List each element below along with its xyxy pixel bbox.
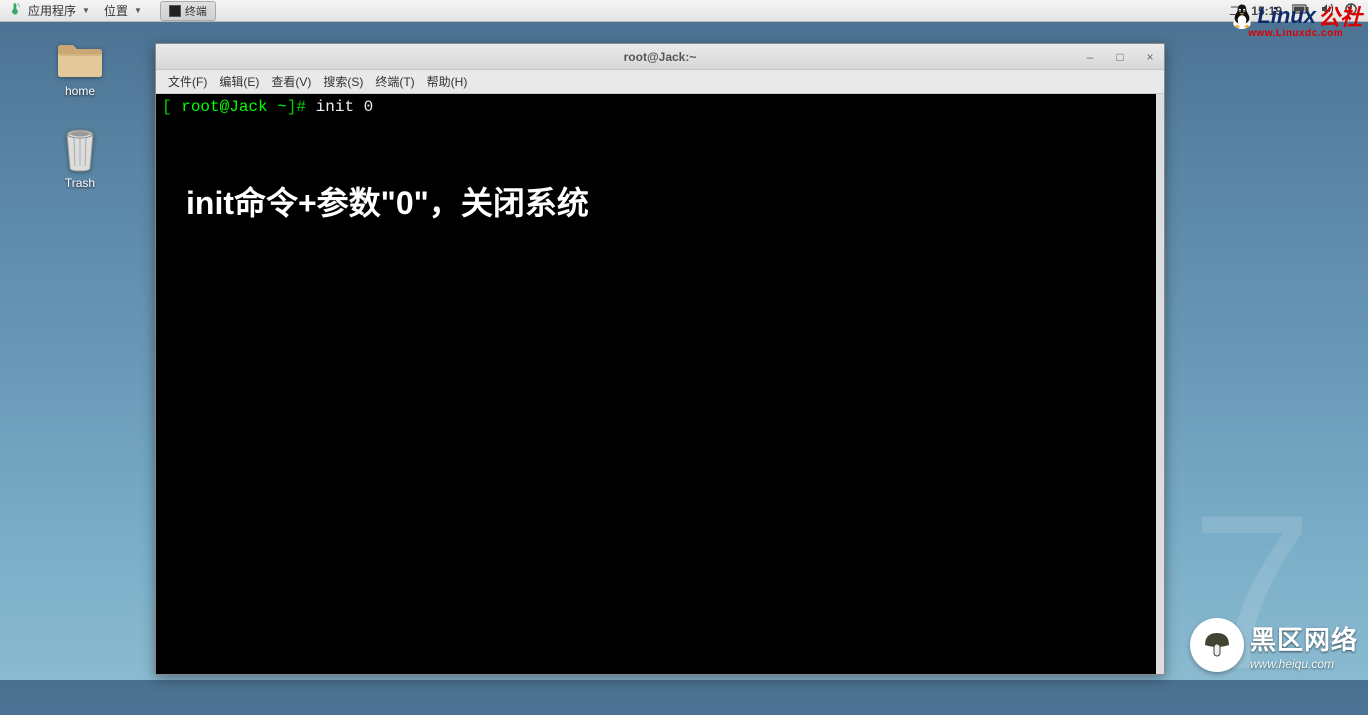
terminal-window: root@Jack:~ – □ × 文件(F) 编辑(E) 查看(V) 搜索(S…	[155, 43, 1165, 675]
linux-logo-watermark: Linux公社 www.Linuxdc.com	[1229, 0, 1362, 39]
terminal-icon	[169, 5, 181, 17]
heiqu-logo-watermark: 黑区网络 www.heiqu.com	[1190, 618, 1358, 672]
desktop-icons: home Trash	[40, 40, 120, 190]
taskbar-terminal[interactable]: 终端	[160, 1, 216, 21]
terminal-body[interactable]: [ root@Jack ~]# init 0 init命令+参数"0"，关闭系统	[156, 94, 1164, 674]
mushroom-icon	[1190, 618, 1244, 672]
top-panel: 应用程序 ▼ 位置 ▼ 终端 二 15:19	[0, 0, 1368, 22]
chevron-down-icon: ▼	[134, 6, 142, 15]
menu-view[interactable]: 查看(V)	[267, 71, 315, 92]
tux-icon	[1229, 3, 1255, 29]
home-folder[interactable]: home	[40, 40, 120, 98]
annotation-text: init命令+参数"0"，关闭系统	[186, 184, 589, 222]
close-button[interactable]: ×	[1142, 50, 1158, 64]
menu-edit[interactable]: 编辑(E)	[215, 71, 263, 92]
prompt-line: [ root@Jack ~]# init 0	[162, 98, 1158, 117]
titlebar[interactable]: root@Jack:~ – □ ×	[156, 44, 1164, 70]
menu-search[interactable]: 搜索(S)	[319, 71, 367, 92]
chevron-down-icon: ▼	[82, 6, 90, 15]
home-label: home	[65, 84, 95, 98]
menu-help[interactable]: 帮助(H)	[423, 71, 472, 92]
foot-icon	[10, 2, 24, 19]
trash-icon	[62, 128, 98, 172]
maximize-button[interactable]: □	[1112, 50, 1128, 64]
minimize-button[interactable]: –	[1082, 50, 1098, 64]
places-menu[interactable]: 位置 ▼	[98, 0, 148, 21]
window-title: root@Jack:~	[156, 50, 1164, 64]
menu-file[interactable]: 文件(F)	[164, 71, 211, 92]
terminal-scrollbar[interactable]	[1156, 94, 1164, 674]
trash-label: Trash	[65, 176, 95, 190]
folder-icon	[56, 40, 104, 80]
applications-menu[interactable]: 应用程序 ▼	[4, 0, 96, 21]
terminal-menubar: 文件(F) 编辑(E) 查看(V) 搜索(S) 终端(T) 帮助(H)	[156, 70, 1164, 94]
trash[interactable]: Trash	[40, 128, 120, 190]
menu-terminal[interactable]: 终端(T)	[371, 71, 418, 92]
